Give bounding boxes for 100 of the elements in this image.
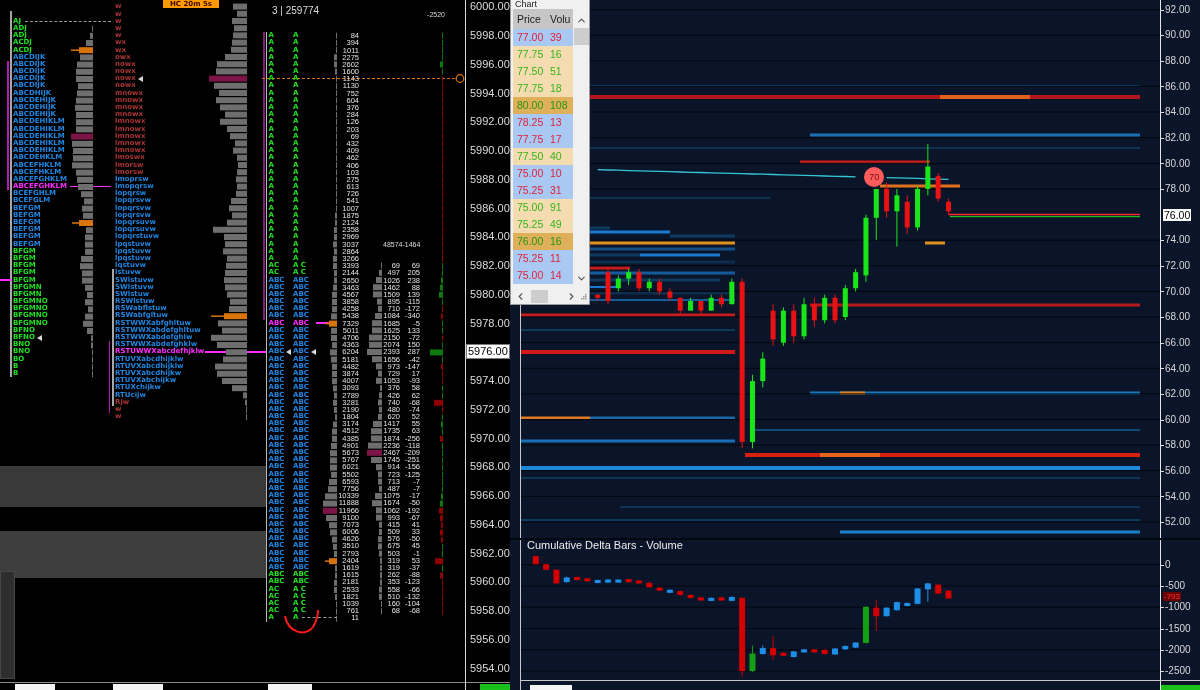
candle [563,576,570,584]
price-label: 5964.00 [469,517,510,532]
price-label: 5954.00 [469,660,510,676]
axis-label: 0 [1165,558,1171,571]
column-header[interactable]: Volu [546,9,573,29]
window-title: Chart [514,0,537,9]
scroll-down-icon[interactable] [575,273,587,284]
candle [667,287,673,302]
candle [925,143,931,196]
trade-price: 77.50 [516,64,545,79]
price-label: 5958.00 [469,603,510,619]
trade-price: 75.00 [516,268,545,283]
trade-price: 76.00 [516,234,545,249]
candle [873,599,880,632]
hand-drawn-arc [283,607,321,636]
candle [893,601,900,612]
scrollbar-thumb[interactable] [573,28,589,45]
candle [635,579,642,585]
scrollbar-thumb[interactable] [531,289,548,303]
candle [946,198,951,216]
trade-volume: 31 [549,183,563,198]
candle [822,294,828,324]
candle [626,268,632,286]
candle [904,194,910,235]
clipped-price-label [1161,685,1200,690]
candle [636,268,642,292]
candle [915,185,921,232]
candle [646,580,653,589]
candle [832,294,838,324]
resize-grip-icon[interactable] [580,292,587,300]
candle [801,648,808,654]
candle [657,278,663,296]
price-label: 5994.00 [469,85,510,101]
trade-volume: 13 [549,115,563,130]
axis-label: 92.00 [1165,3,1191,16]
candle [708,596,715,602]
candle [605,268,611,305]
trade-volume: 91 [549,200,563,215]
candle [532,555,539,565]
axis-label: 64.00 [1165,362,1191,374]
clipped-time-label [113,684,163,690]
candle [698,300,704,315]
candle [873,188,879,241]
candle [801,297,807,340]
trade-price: 78.25 [516,115,545,130]
candle [553,568,560,584]
candle [945,589,952,600]
trade-price: 77.75 [516,132,545,147]
axis-label: -2500 [1165,665,1191,677]
axis-label: -500 [1165,580,1185,592]
candle [770,303,776,347]
price-label: 5984.00 [469,229,510,245]
axis-label: 66.00 [1165,336,1191,349]
trade-volume: 49 [549,217,563,232]
axis-label: 60.00 [1165,413,1191,426]
trade-volume: 14 [549,268,563,283]
candle [842,284,848,321]
axis-label: 58.00 [1165,439,1191,451]
price-label: 5972.00 [469,402,510,417]
trade-volume: 108 [549,98,569,113]
triangle-marker-icon [310,349,316,355]
candle [574,576,581,581]
candle [543,563,550,571]
axis-label: 52.00 [1165,516,1191,528]
candle [728,595,735,602]
axis-label: 80.00 [1165,157,1191,170]
candle [677,590,684,596]
triangle-marker-icon [137,75,143,82]
trade-price: 75.00 [516,200,545,215]
axis-label: -2000 [1165,644,1191,656]
poc-line [0,279,12,281]
clipped-price-label [480,684,510,690]
axis-label: -1000 [1165,601,1191,613]
price-label: 5966.00 [469,488,510,504]
candle [884,182,890,219]
candle [615,578,622,584]
price-label: 5996.00 [469,57,510,72]
trade-volume: 16 [549,234,563,249]
candle [791,303,797,344]
triangle-marker-icon [36,334,42,341]
candle [853,268,859,292]
candle [780,306,786,347]
candle [729,278,735,305]
current-value-label: -793 [1163,591,1181,601]
candle [759,645,766,655]
candle [780,651,787,657]
price-label: 5986.00 [469,200,510,216]
candle [894,188,900,248]
candle [687,593,694,599]
candle [584,577,591,582]
trade-volume: 18 [549,81,563,96]
trade-price: 75.25 [516,251,545,266]
trade-volume: 51 [549,64,563,79]
price-label: 5976.00 [466,344,510,360]
axis-label: 86.00 [1165,80,1191,93]
current-value-label: 76.00 [1163,208,1192,221]
chart-title: Cumulative Delta Bars - Volume [527,539,683,551]
trade-price: 80.00 [516,98,545,113]
trade-volume: 10 [549,166,563,181]
column-header[interactable]: Price [513,9,546,29]
